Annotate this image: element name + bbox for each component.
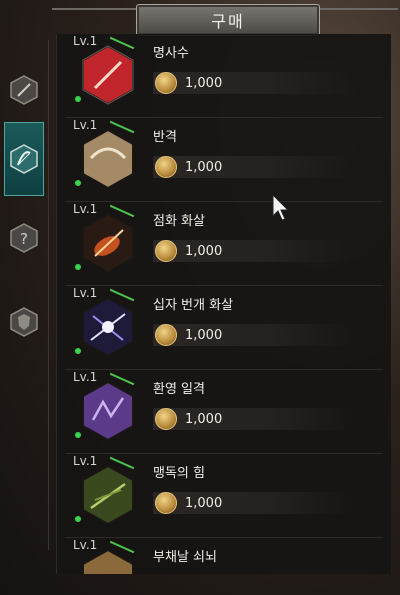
skill-icon: [82, 44, 134, 106]
skill-name: 환영 일격: [153, 382, 205, 397]
sword-emblem-icon: [10, 75, 38, 105]
gold-coin-icon: [155, 408, 177, 430]
shield-emblem-icon: [10, 307, 38, 337]
price-value: 1,000: [185, 411, 223, 427]
skill-row[interactable]: Lv.1 명사수 1,000: [57, 34, 391, 118]
owned-indicator: [75, 96, 81, 102]
skill-row[interactable]: Lv.1 환영 일격 1,000: [57, 370, 391, 454]
bow-emblem-icon: [10, 144, 38, 174]
sidebar-tab-bow[interactable]: [4, 122, 44, 196]
skill-name: 반격: [153, 130, 177, 145]
gold-coin-icon: [155, 72, 177, 94]
price-value: 1,000: [185, 243, 223, 259]
skill-shop-list[interactable]: Lv.1 명사수 1,000 Lv.1 반격 1,000 Lv.1 점화 화살 …: [56, 34, 391, 574]
skill-name: 명사수: [153, 46, 189, 61]
skill-icon: [82, 380, 134, 442]
price-value: 1,000: [185, 159, 223, 175]
sidebar-tab-sword[interactable]: [4, 60, 44, 120]
gold-coin-icon: [155, 156, 177, 178]
skill-name: 십자 번개 화살: [153, 298, 234, 313]
skill-icon: [82, 464, 134, 526]
price-tag[interactable]: 1,000: [153, 408, 353, 430]
owned-indicator: [75, 180, 81, 186]
skill-icon: [82, 296, 134, 358]
gold-coin-icon: [155, 324, 177, 346]
question-emblem-icon: ?: [10, 223, 38, 253]
svg-text:?: ?: [20, 230, 28, 248]
price-tag[interactable]: 1,000: [153, 492, 353, 514]
skill-name: 맹독의 힘: [153, 466, 205, 481]
frame-border-left: [52, 8, 138, 24]
frame-border-right: [316, 8, 398, 24]
skill-row[interactable]: Lv.1 맹독의 힘 1,000: [57, 454, 391, 538]
gold-coin-icon: [155, 240, 177, 262]
skill-row[interactable]: Lv.1 부채날 쇠뇌: [57, 538, 391, 574]
skill-name: 부채날 쇠뇌: [153, 550, 217, 565]
owned-indicator: [75, 348, 81, 354]
window-title: 구매: [136, 4, 320, 36]
skill-name: 점화 화살: [153, 214, 205, 229]
skill-row[interactable]: Lv.1 십자 번개 화살 1,000: [57, 286, 391, 370]
price-value: 1,000: [185, 75, 223, 91]
mouse-cursor-icon: [272, 194, 290, 221]
price-value: 1,000: [185, 327, 223, 343]
skill-row[interactable]: Lv.1 점화 화살 1,000: [57, 202, 391, 286]
skill-icon: [82, 128, 134, 190]
gold-coin-icon: [155, 492, 177, 514]
price-value: 1,000: [185, 495, 223, 511]
owned-indicator: [75, 516, 81, 522]
price-tag[interactable]: 1,000: [153, 324, 353, 346]
sidebar-tab-shield[interactable]: [4, 292, 44, 352]
price-tag[interactable]: 1,000: [153, 72, 353, 94]
sidebar-tab-question[interactable]: ?: [4, 208, 44, 268]
skill-row[interactable]: Lv.1 반격 1,000: [57, 118, 391, 202]
price-tag[interactable]: 1,000: [153, 156, 353, 178]
owned-indicator: [75, 264, 81, 270]
owned-indicator: [75, 432, 81, 438]
skill-icon: [82, 212, 134, 274]
price-tag[interactable]: 1,000: [153, 240, 353, 262]
category-sidebar: ?: [0, 40, 49, 550]
skill-icon: [82, 548, 134, 574]
